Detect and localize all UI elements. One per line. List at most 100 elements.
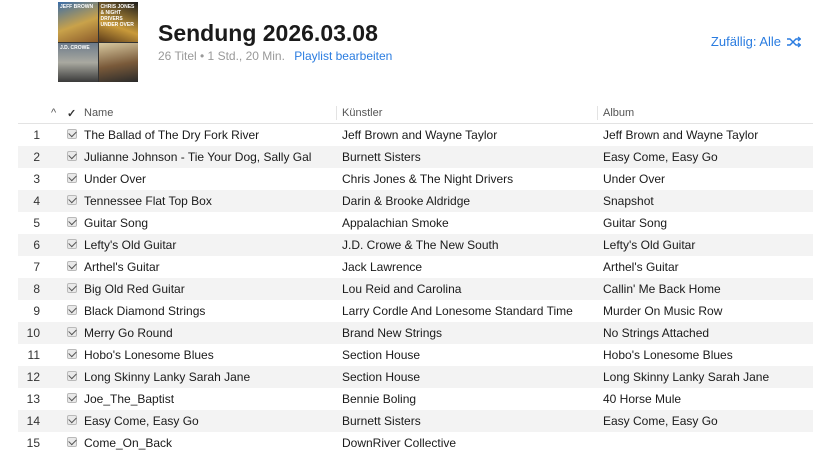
track-row[interactable]: 9 Black Diamond Strings Larry Cordle And L…	[18, 300, 813, 322]
track-name: Under Over	[84, 172, 147, 186]
track-row[interactable]: 8 Big Old Red Guitar Lou Reid and Carolina…	[18, 278, 813, 300]
track-album: 40 Horse Mule	[603, 392, 682, 406]
track-name: Black Diamond Strings	[84, 304, 206, 318]
sort-order-icon[interactable]: ^	[51, 107, 56, 119]
playlist-artwork[interactable]: Jeff Brown Chris Jones & Night Drivers U…	[58, 2, 138, 82]
track-album: Murder On Music Row	[603, 304, 723, 318]
track-checkbox[interactable]	[67, 195, 77, 205]
track-checkbox[interactable]	[67, 371, 77, 381]
track-name: The Ballad of The Dry Fork River	[84, 128, 260, 142]
track-row[interactable]: 12 Long Skinny Lanky Sarah Jane Section Ho…	[18, 366, 813, 388]
cover-1-text: Jeff Brown	[60, 4, 94, 10]
album-cover-3: J.D. Crowe	[58, 42, 98, 82]
track-name: Hobo's Lonesome Blues	[84, 348, 214, 362]
track-album: Callin' Me Back Home	[603, 282, 721, 296]
track-name: Guitar Song	[84, 216, 149, 230]
cover-2-text: Chris Jones & Night Drivers Under Over	[100, 4, 135, 28]
track-name: Merry Go Round	[84, 326, 173, 340]
track-row[interactable]: 6 Lefty's Old Guitar J.D. Crowe & The New …	[18, 234, 813, 256]
track-row[interactable]: 4 Tennessee Flat Top Box Darin & Brooke Al…	[18, 190, 813, 212]
track-number: 13	[26, 392, 40, 406]
track-album: Easy Come, Easy Go	[603, 150, 718, 164]
track-name: Lefty's Old Guitar	[84, 238, 177, 252]
track-album: Long Skinny Lanky Sarah Jane	[603, 370, 770, 384]
track-artist: Bennie Boling	[342, 392, 417, 406]
track-artist: Darin & Brooke Aldridge	[342, 194, 471, 208]
track-checkbox[interactable]	[67, 129, 77, 139]
column-header-album[interactable]: Album	[603, 107, 634, 119]
edit-playlist-link[interactable]: Playlist bearbeiten	[294, 49, 392, 63]
track-album: Hobo's Lonesome Blues	[603, 348, 733, 362]
track-row[interactable]: 11 Hobo's Lonesome Blues Section House Hobo…	[18, 344, 813, 366]
shuffle-icon	[787, 35, 801, 48]
track-number: 12	[26, 370, 40, 384]
album-cover-4	[98, 42, 138, 82]
playlist-header: Jeff Brown Chris Jones & Night Drivers U…	[0, 0, 813, 96]
track-artist: Jeff Brown and Wayne Taylor	[342, 128, 498, 142]
cover-3-text: J.D. Crowe	[60, 44, 90, 51]
track-artist: DownRiver Collective	[342, 436, 457, 450]
track-album: Guitar Song	[603, 216, 668, 230]
track-checkbox[interactable]	[67, 437, 77, 447]
check-column-header[interactable]: ✓	[67, 107, 76, 120]
column-header-artist[interactable]: Künstler	[342, 107, 382, 119]
track-row[interactable]: 2 Julianne Johnson - Tie Your Dog, Sally …	[18, 146, 813, 168]
shuffle-all-button[interactable]: Zufällig: Alle	[711, 34, 801, 49]
track-number: 9	[33, 304, 40, 318]
track-artist: Section House	[342, 348, 421, 362]
track-name: Come_On_Back	[84, 436, 173, 450]
track-checkbox[interactable]	[67, 327, 77, 337]
track-name: Arthel's Guitar	[84, 260, 160, 274]
track-album: Under Over	[603, 172, 666, 186]
track-checkbox[interactable]	[67, 349, 77, 359]
track-checkbox[interactable]	[67, 217, 77, 227]
track-artist: Jack Lawrence	[342, 260, 423, 274]
track-number: 3	[33, 172, 40, 186]
track-row[interactable]: 13 Joe_The_Baptist Bennie Boling 40 Horse M…	[18, 388, 813, 410]
column-header-name[interactable]: Name	[84, 107, 113, 119]
track-artist: Appalachian Smoke	[342, 216, 449, 230]
playlist-title: Sendung 2026.03.08	[158, 20, 378, 46]
track-checkbox[interactable]	[67, 283, 77, 293]
track-number: 2	[33, 150, 40, 164]
track-row[interactable]: 14 Easy Come, Easy Go Burnett Sisters Easy …	[18, 410, 813, 432]
track-artist: J.D. Crowe & The New South	[342, 238, 499, 252]
track-number: 7	[33, 260, 40, 274]
track-name: Julianne Johnson - Tie Your Dog, Sally G…	[84, 150, 312, 164]
track-row[interactable]: 1 The Ballad of The Dry Fork River Jeff Br…	[18, 124, 813, 146]
track-checkbox[interactable]	[67, 173, 77, 183]
album-cover-2: Chris Jones & Night Drivers Under Over	[98, 2, 138, 42]
column-divider[interactable]	[336, 106, 337, 120]
track-number: 10	[26, 326, 40, 340]
track-checkbox[interactable]	[67, 415, 77, 425]
track-artist: Burnett Sisters	[342, 414, 421, 428]
track-checkbox[interactable]	[67, 261, 77, 271]
track-row[interactable]: 10 Merry Go Round Brand New Strings No Stri…	[18, 322, 813, 344]
playlist-meta: 26 Titel • 1 Std., 20 Min. Playlist bear…	[158, 49, 392, 63]
track-row[interactable]: 5 Guitar Song Appalachian Smoke Guitar Song	[18, 212, 813, 234]
track-name: Joe_The_Baptist	[84, 392, 175, 406]
track-artist: Chris Jones & The Night Drivers	[342, 172, 514, 186]
track-row[interactable]: 3 Under Over Chris Jones & The Night Drive…	[18, 168, 813, 190]
track-album: Arthel's Guitar	[603, 260, 679, 274]
shuffle-label: Zufällig: Alle	[710, 34, 781, 49]
track-number: 15	[26, 436, 40, 450]
track-checkbox[interactable]	[67, 239, 77, 249]
track-name: Tennessee Flat Top Box	[84, 194, 212, 208]
track-row[interactable]: 15 Come_On_Back DownRiver Collective	[18, 432, 813, 454]
column-divider[interactable]	[597, 106, 598, 120]
track-number: 4	[33, 194, 40, 208]
track-name: Long Skinny Lanky Sarah Jane	[84, 370, 251, 384]
track-artist: Burnett Sisters	[342, 150, 421, 164]
track-number: 8	[33, 282, 40, 296]
track-album: Snapshot	[603, 194, 654, 208]
track-album: No Strings Attached	[603, 326, 710, 340]
track-album: Jeff Brown and Wayne Taylor	[603, 128, 759, 142]
track-checkbox[interactable]	[67, 393, 77, 403]
track-checkbox[interactable]	[67, 151, 77, 161]
track-checkbox[interactable]	[67, 305, 77, 315]
track-artist: Lou Reid and Carolina	[342, 282, 462, 296]
track-row[interactable]: 7 Arthel's Guitar Jack Lawrence Arthel's Gu…	[18, 256, 813, 278]
track-table-header: ^ ✓ Name Künstler Album	[18, 102, 813, 124]
track-artist: Brand New Strings	[342, 326, 443, 340]
